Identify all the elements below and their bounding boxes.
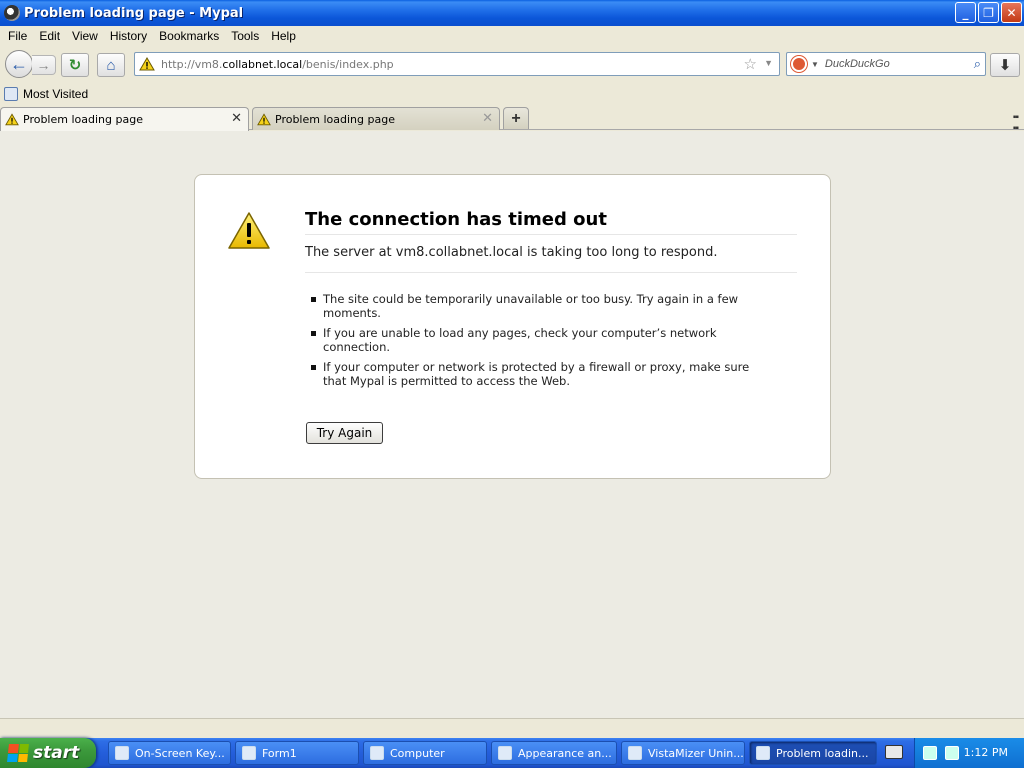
search-bar[interactable]: ▼ DuckDuckGo ⌕ bbox=[786, 52, 986, 76]
url-host: collabnet.local bbox=[222, 57, 303, 71]
tab-problem-loading-active[interactable]: Problem loading page ✕ bbox=[0, 107, 249, 131]
window-title: Problem loading page - Mypal bbox=[24, 5, 244, 21]
warning-icon bbox=[228, 212, 270, 249]
warning-icon bbox=[5, 113, 19, 126]
bookmark-star-icon[interactable]: ☆ bbox=[744, 55, 757, 73]
tray-network-icon[interactable] bbox=[945, 746, 959, 760]
mypal-app-icon[interactable] bbox=[4, 5, 20, 21]
system-tray: 1:12 PM bbox=[914, 738, 1024, 768]
menu-tools[interactable]: Tools bbox=[225, 29, 265, 43]
menu-view[interactable]: View bbox=[66, 29, 104, 43]
url-suffix: /benis/index.php bbox=[302, 57, 394, 71]
error-container: The connection has timed out The server … bbox=[194, 174, 831, 479]
taskbar-item-vistamizer[interactable]: VistaMizer Unin... bbox=[621, 741, 745, 765]
taskbar-item-on-screen-keyboard[interactable]: On-Screen Key... bbox=[108, 741, 231, 765]
taskbar-item-form1[interactable]: Form1 bbox=[235, 741, 359, 765]
list-item: If you are unable to load any pages, che… bbox=[311, 326, 761, 354]
start-label: start bbox=[33, 743, 80, 763]
maximize-button[interactable]: ❐ bbox=[978, 2, 999, 23]
clock[interactable]: 1:12 PM bbox=[964, 746, 1008, 759]
keyboard-icon bbox=[115, 746, 129, 760]
taskbar: start On-Screen Key... Form1 Computer Ap… bbox=[0, 738, 1024, 768]
reload-button[interactable]: ↻ bbox=[61, 53, 89, 77]
downloads-button[interactable]: ⬇ bbox=[990, 53, 1020, 77]
error-title: The connection has timed out bbox=[305, 209, 797, 235]
task-label: Appearance an... bbox=[518, 746, 612, 760]
mypal-icon bbox=[756, 746, 770, 760]
menu-bar: File Edit View History Bookmarks Tools H… bbox=[0, 26, 1024, 46]
close-button[interactable]: ✕ bbox=[1001, 2, 1022, 23]
most-visited-bookmark[interactable]: Most Visited bbox=[23, 87, 88, 101]
tab-label: Problem loading page bbox=[275, 112, 395, 126]
bookmarks-toolbar: Most Visited bbox=[0, 84, 1024, 104]
start-button[interactable]: start bbox=[0, 738, 96, 768]
menu-file[interactable]: File bbox=[2, 29, 33, 43]
search-icon[interactable]: ⌕ bbox=[974, 56, 981, 72]
keyboard-language-icon[interactable] bbox=[885, 745, 903, 759]
page-content: The connection has timed out The server … bbox=[0, 131, 1024, 719]
tray-app-icon[interactable] bbox=[923, 746, 937, 760]
download-arrow-icon: ⬇ bbox=[998, 57, 1012, 74]
tab-close-icon[interactable]: ✕ bbox=[482, 111, 493, 126]
computer-icon bbox=[370, 746, 384, 760]
tab-strip: Problem loading page ✕ Problem loading p… bbox=[0, 105, 1024, 134]
menu-help[interactable]: Help bbox=[265, 29, 302, 43]
home-button[interactable]: ⌂ bbox=[97, 53, 125, 77]
minimize-button[interactable]: _ bbox=[955, 2, 976, 23]
warning-icon bbox=[139, 57, 155, 71]
back-arrow-icon: ← bbox=[10, 53, 28, 74]
reload-icon: ↻ bbox=[68, 57, 82, 74]
tab-close-icon[interactable]: ✕ bbox=[231, 111, 242, 126]
menu-history[interactable]: History bbox=[104, 29, 153, 43]
document-icon bbox=[628, 746, 642, 760]
menu-bookmarks[interactable]: Bookmarks bbox=[153, 29, 225, 43]
taskbar-item-computer[interactable]: Computer bbox=[363, 741, 487, 765]
title-bar[interactable]: Problem loading page - Mypal _ ❐ ✕ bbox=[0, 0, 1024, 26]
list-item: The site could be temporarily unavailabl… bbox=[311, 292, 761, 320]
url-prefix: http://vm8. bbox=[161, 57, 223, 71]
task-label: Problem loadin... bbox=[776, 746, 869, 760]
forward-arrow-icon: → bbox=[36, 57, 51, 73]
list-item: If your computer or network is protected… bbox=[311, 360, 761, 388]
search-input[interactable]: DuckDuckGo bbox=[825, 58, 890, 70]
task-label: On-Screen Key... bbox=[135, 746, 225, 760]
error-suggestions: The site could be temporarily unavailabl… bbox=[311, 292, 761, 394]
try-again-button[interactable]: Try Again bbox=[306, 422, 383, 444]
most-visited-icon bbox=[4, 87, 18, 101]
back-button[interactable]: ← bbox=[5, 50, 33, 78]
menu-edit[interactable]: Edit bbox=[33, 29, 66, 43]
url-bar[interactable]: http://vm8.collabnet.local/benis/index.p… bbox=[134, 52, 780, 76]
url-text[interactable]: http://vm8.collabnet.local/benis/index.p… bbox=[161, 58, 394, 71]
duckduckgo-icon[interactable] bbox=[791, 56, 807, 72]
taskbar-item-appearance[interactable]: Appearance an... bbox=[491, 741, 617, 765]
tab-label: Problem loading page bbox=[23, 113, 143, 126]
forward-button[interactable]: → bbox=[32, 55, 56, 75]
task-label: Computer bbox=[390, 746, 445, 760]
navigation-toolbar: ← → ↻ ⌂ http://vm8.collabnet.local/benis… bbox=[0, 46, 1024, 82]
window-controls: _ ❐ ✕ bbox=[955, 2, 1022, 23]
plus-icon: + bbox=[511, 109, 521, 127]
window-icon bbox=[242, 746, 256, 760]
error-description: The server at vm8.collabnet.local is tak… bbox=[305, 245, 797, 273]
new-tab-button[interactable]: + bbox=[503, 107, 529, 129]
taskbar-item-mypal[interactable]: Problem loadin... bbox=[749, 741, 877, 765]
search-engine-dropdown-icon[interactable]: ▼ bbox=[811, 60, 819, 69]
task-label: VistaMizer Unin... bbox=[648, 746, 744, 760]
home-icon: ⌂ bbox=[106, 56, 116, 74]
tab-problem-loading[interactable]: Problem loading page ✕ bbox=[252, 107, 500, 130]
task-label: Form1 bbox=[262, 746, 297, 760]
url-dropdown-icon[interactable]: ▼ bbox=[764, 58, 773, 68]
windows-logo-icon bbox=[7, 744, 29, 762]
warning-icon bbox=[257, 112, 271, 125]
appearance-icon bbox=[498, 746, 512, 760]
